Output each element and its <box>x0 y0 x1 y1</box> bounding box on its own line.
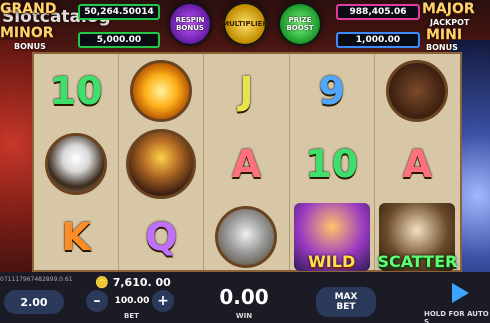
max-bet-label-2: BET <box>336 302 356 312</box>
reel-grid: 10 K Q J A 9 10 WILD A SCATTER <box>32 52 462 272</box>
reel-cell <box>119 127 203 200</box>
credit-value: 7,610. 00 <box>112 276 171 289</box>
mini-value: 1,000.00 <box>336 32 420 48</box>
reel-cell: Q <box>119 200 203 273</box>
reel-cell <box>204 200 288 273</box>
letter-symbol: Q <box>145 214 178 259</box>
letter-symbol: 10 <box>49 68 103 113</box>
chief-symbol-icon <box>126 128 197 199</box>
prize-boost-orb: PRIZE BOOST <box>278 2 322 46</box>
mini-label: MINI <box>426 27 463 43</box>
scatter-label: SCATTER <box>377 251 458 271</box>
reel-cell: A <box>204 127 288 200</box>
minor-label: MINOR <box>0 25 54 41</box>
reel-cell: WILD <box>290 200 374 273</box>
grand-jackpot-label: GRAND <box>0 1 57 17</box>
letter-symbol: K <box>61 214 91 259</box>
reel-cell: J <box>204 54 288 127</box>
respin-bonus-orb: RESPIN BONUS <box>168 2 212 46</box>
fire-symbol-icon <box>130 59 193 122</box>
max-bet-button[interactable]: MAX BET <box>316 287 376 317</box>
reel-cell: SCATTER <box>375 200 460 273</box>
max-bet-label-1: MAX <box>334 292 358 302</box>
major-sub: JACKPOT <box>430 18 470 27</box>
reel-1: 10 K <box>34 54 120 273</box>
spin-button[interactable] <box>442 280 478 306</box>
multiplier-orb: MULTIPLIER <box>222 2 268 46</box>
letter-symbol: 9 <box>318 68 345 113</box>
reel-cell: 10 <box>34 54 118 127</box>
reel-cell: A <box>375 127 460 200</box>
bet-minus-button[interactable]: – <box>86 290 108 312</box>
reel-cell <box>375 54 460 127</box>
minor-sub: BONUS <box>14 42 46 51</box>
reel-cell: K <box>34 200 118 273</box>
win-label: WIN <box>235 312 253 320</box>
letter-symbol: A <box>231 141 262 186</box>
game-screen: Slotcatalog GRAND 50,264.50014 MINOR BON… <box>0 0 490 323</box>
scatter-symbol: SCATTER <box>377 202 458 271</box>
eagle-symbol-icon <box>45 132 108 195</box>
win-value: 0.00 <box>219 285 269 309</box>
build-id: 071117967482899.0.61 <box>0 276 73 283</box>
bet-label: BET <box>124 312 139 320</box>
letter-symbol: 10 <box>305 141 359 186</box>
wild-symbol: WILD <box>293 202 370 271</box>
play-icon <box>452 283 469 303</box>
reel-2: Q <box>119 54 205 273</box>
reel-4: 9 10 WILD <box>290 54 375 273</box>
reel-cell <box>34 127 118 200</box>
speed-button[interactable]: 2.00 <box>4 290 64 314</box>
reel-5: A SCATTER <box>375 54 460 273</box>
grand-jackpot-value: 50,264.50014 <box>78 4 160 20</box>
coins-icon: 🪙 <box>95 276 109 289</box>
bet-plus-button[interactable]: + <box>152 290 174 312</box>
wolf-symbol-icon <box>215 205 278 268</box>
bet-value: 100.00 <box>114 296 150 306</box>
reel-3: JA <box>204 54 290 273</box>
reel-cell: 10 <box>290 127 374 200</box>
reel-cell <box>119 54 203 127</box>
hold-auto-spin-label: HOLD FOR AUTO S <box>424 310 489 323</box>
letter-symbol: A <box>402 141 433 186</box>
reel-cell: 9 <box>290 54 374 127</box>
wild-label: WILD <box>308 251 356 271</box>
major-value: 988,405.06 <box>336 4 420 20</box>
buffalo-symbol-icon <box>386 59 449 122</box>
credit-display: 🪙 7,610. 00 <box>95 276 171 289</box>
jackpot-bar: Slotcatalog GRAND 50,264.50014 MINOR BON… <box>0 0 490 52</box>
letter-symbol: J <box>239 68 254 113</box>
minor-value: 5,000.00 <box>78 32 160 48</box>
mini-sub: BONUS <box>426 43 458 52</box>
major-label: MAJOR <box>422 1 475 17</box>
